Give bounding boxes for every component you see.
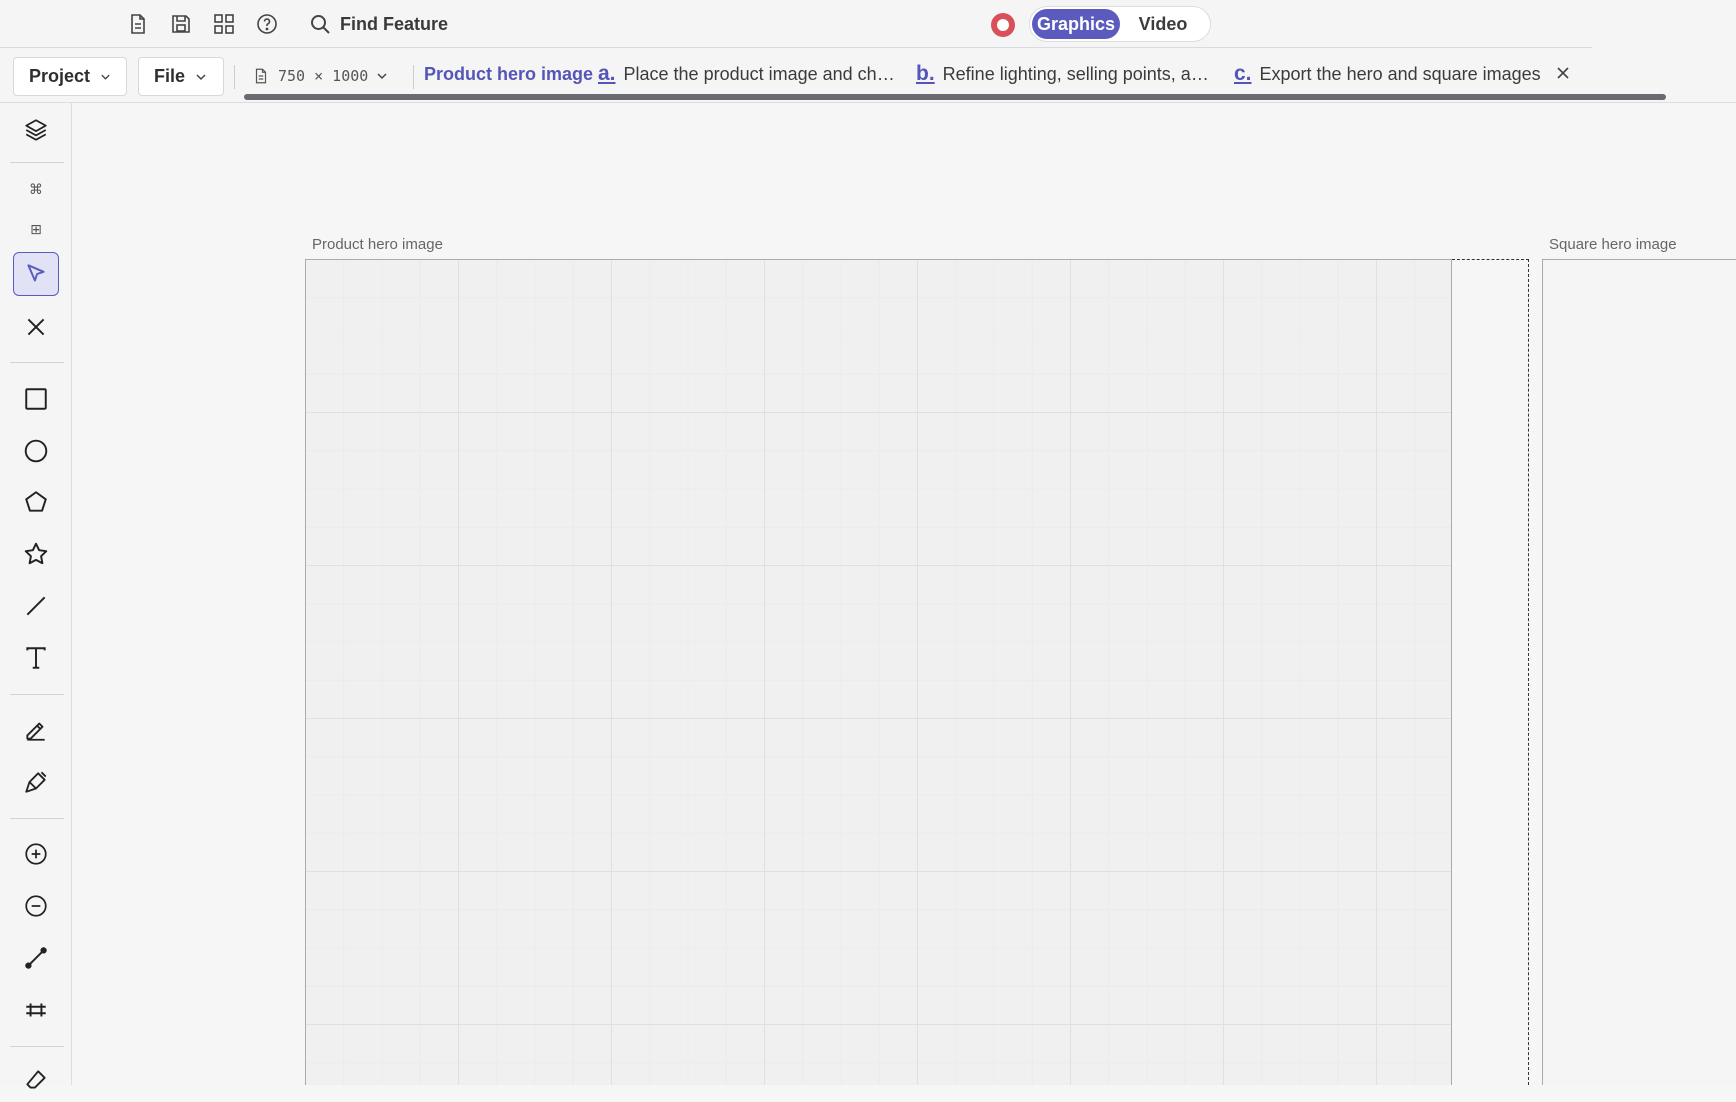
top-bar: Find Feature Graphics Video [0,0,1736,48]
grid-icon[interactable]: ⊞ [13,207,59,251]
toolbar-divider [10,694,64,695]
close-icon[interactable] [13,305,59,349]
ellipse-icon[interactable] [13,429,59,473]
canvas-size-value: 750 × 1000 [278,67,369,85]
search-icon [311,15,330,34]
artboard-label: Square hero image [1549,236,1677,253]
video-mode-button[interactable]: Video [1120,9,1206,39]
help-icon[interactable] [254,11,280,37]
step-text: Export the hero and square images [1259,64,1541,84]
close-icon[interactable] [1554,64,1572,82]
chevron-down-icon [101,74,110,80]
toolbar-divider [10,1046,64,1047]
artboard-bleed-guide [1452,259,1529,1085]
horizontal-scrollbar[interactable] [244,94,1666,100]
document-icon [255,68,267,84]
project-title[interactable]: Product hero image [424,64,593,85]
zoom-out-icon[interactable] [13,884,59,928]
square-hero-artboard[interactable] [1542,259,1736,1085]
step-text: Refine lighting, selling points, an··· [942,64,1218,84]
find-feature-button[interactable]: Find Feature [308,11,448,37]
select-arrow-icon[interactable] [13,252,59,296]
eraser-icon[interactable] [13,1058,59,1102]
layers-icon[interactable] [13,108,59,152]
new-document-icon[interactable] [125,11,151,37]
chevron-down-icon [196,73,206,80]
step-text: Place the product image and che··· [623,64,900,84]
step-letter: a. [598,62,616,85]
record-icon[interactable] [991,13,1015,37]
step-letter: c. [1234,62,1252,85]
file-dropdown-label: File [154,66,186,86]
topbar-divider [0,47,1592,48]
save-icon[interactable] [168,11,194,37]
grid-apps-icon[interactable] [211,11,237,37]
align-icon[interactable] [13,988,59,1032]
polygon-icon[interactable] [13,480,59,524]
text-icon[interactable] [13,636,59,680]
star-icon[interactable] [13,532,59,576]
connector-icon[interactable] [13,936,59,980]
divider [413,65,414,89]
artboard-label: Product hero image [312,236,443,253]
step-a[interactable]: a. Place the product image and che··· [598,62,900,88]
step-b[interactable]: b. Refine lighting, selling points, an··… [916,62,1218,88]
line-icon[interactable] [13,584,59,628]
toolbar-divider [10,818,64,819]
zoom-in-icon[interactable] [13,832,59,876]
pen-icon[interactable] [13,708,59,752]
rectangle-icon[interactable] [13,377,59,421]
toolbar-divider [10,162,64,163]
step-c[interactable]: c. Export the hero and square images [1234,62,1544,88]
brush-icon[interactable] [13,760,59,804]
canvas-size-select[interactable]: 750 × 1000 [252,63,388,89]
mode-toggle: Graphics Video [1029,6,1211,42]
divider [234,65,235,89]
project-dropdown[interactable]: Project [13,57,127,96]
step-letter: b. [916,62,935,85]
graphics-mode-button[interactable]: Graphics [1032,9,1120,39]
chevron-down-icon [377,73,387,80]
file-dropdown[interactable]: File [138,57,224,96]
project-dropdown-label: Project [29,66,91,86]
product-hero-artboard[interactable] [305,259,1452,1085]
command-icon[interactable]: ⌘ [13,167,59,211]
find-feature-label: Find Feature [340,13,449,34]
toolbar-divider [10,362,64,363]
